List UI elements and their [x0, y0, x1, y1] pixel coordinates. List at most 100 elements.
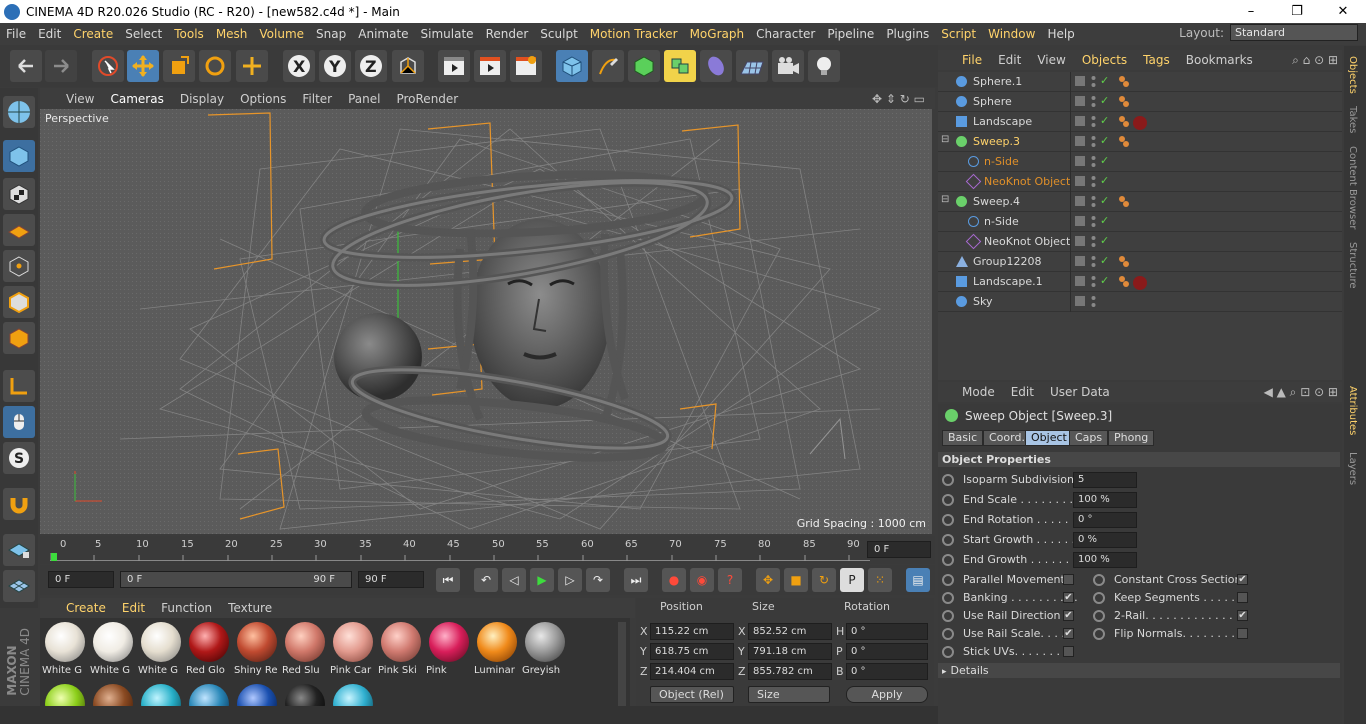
rotation-b-field[interactable]: 0 ° — [846, 663, 928, 680]
material-swatch[interactable]: Greyish — [522, 620, 568, 678]
points-mode-icon[interactable] — [3, 250, 35, 282]
enabled-check-icon[interactable]: ✓ — [1100, 254, 1109, 267]
banking-checkbox[interactable]: ✔ — [1063, 592, 1074, 603]
visibility-dots-icon[interactable] — [1091, 175, 1096, 189]
menu-mesh[interactable]: Mesh — [210, 27, 254, 41]
end-frame-field[interactable]: 90 F — [358, 571, 424, 588]
end-rotation-field[interactable]: 0 ° — [1073, 512, 1137, 528]
end-growth-field[interactable]: 100 % — [1073, 552, 1137, 568]
object-row-neoknot-2[interactable]: NeoKnot Object ✓ — [938, 232, 1342, 252]
size-y-field[interactable]: 791.18 cm — [748, 643, 832, 660]
material-swatch[interactable]: White G — [138, 620, 184, 678]
menu-simulate[interactable]: Simulate — [415, 27, 480, 41]
camera-icon[interactable] — [772, 50, 804, 82]
viewport-menu-view[interactable]: View — [58, 92, 102, 106]
visibility-dots-icon[interactable] — [1091, 215, 1096, 229]
point-level-key-icon[interactable]: ⁙ — [868, 568, 892, 592]
size-z-field[interactable]: 855.782 cm — [748, 663, 832, 680]
viewport-menu-options[interactable]: Options — [232, 92, 294, 106]
current-frame-field[interactable]: 0 F — [867, 541, 931, 558]
menu-edit[interactable]: Edit — [32, 27, 67, 41]
material-scrollbar[interactable] — [618, 622, 626, 718]
material-tag-icon[interactable] — [1118, 95, 1130, 107]
cloner-icon[interactable] — [664, 50, 696, 82]
make-editable-icon[interactable] — [3, 96, 35, 128]
use-rail-scale-checkbox[interactable]: ✔ — [1063, 628, 1074, 639]
material-tag-icon[interactable] — [1118, 255, 1130, 267]
isoparm-subdivision-field[interactable]: 5 — [1073, 472, 1137, 488]
enabled-check-icon[interactable]: ✓ — [1100, 274, 1109, 287]
visibility-dots-icon[interactable] — [1091, 75, 1096, 89]
menu-file[interactable]: File — [0, 27, 32, 41]
object-row-n-side-2[interactable]: n-Side ✓ — [938, 212, 1342, 232]
menu-pipeline[interactable]: Pipeline — [821, 27, 880, 41]
next-frame-icon[interactable]: ▷ — [558, 568, 582, 592]
flip-normals-checkbox[interactable] — [1237, 628, 1248, 639]
layer-checkbox[interactable] — [1075, 136, 1085, 146]
scale-key-icon[interactable]: ■ — [784, 568, 808, 592]
enabled-check-icon[interactable]: ✓ — [1100, 234, 1109, 247]
animate-dot-icon[interactable] — [1093, 592, 1105, 604]
animate-dot-icon[interactable] — [942, 554, 954, 566]
tab-basic[interactable]: Basic — [942, 430, 984, 446]
animate-dot-icon[interactable] — [942, 474, 954, 486]
two-rail-checkbox[interactable]: ✔ — [1237, 610, 1248, 621]
layer-checkbox[interactable] — [1075, 216, 1085, 226]
layer-checkbox[interactable] — [1075, 196, 1085, 206]
render-view-icon[interactable] — [438, 50, 470, 82]
visibility-dots-icon[interactable] — [1091, 295, 1096, 309]
scale-tool-icon[interactable] — [163, 50, 195, 82]
next-key-icon[interactable]: ↷ — [586, 568, 610, 592]
start-frame-field[interactable]: 0 F — [48, 571, 114, 588]
object-row-sweep-4[interactable]: ⊟ Sweep.4 ✓ — [938, 192, 1342, 212]
tab-structure[interactable]: Structure — [1347, 242, 1358, 289]
edges-mode-icon[interactable] — [3, 286, 35, 318]
live-selection-icon[interactable] — [92, 50, 124, 82]
visibility-dots-icon[interactable] — [1091, 255, 1096, 269]
collapse-icon[interactable]: ⊟ — [941, 134, 949, 145]
timeline-ruler[interactable] — [50, 553, 870, 561]
material-swatch[interactable]: Red Glo — [186, 620, 232, 678]
z-axis-lock-icon[interactable]: Z — [355, 50, 387, 82]
material-swatch[interactable]: Red Slu — [282, 620, 328, 678]
parallel-movement-checkbox[interactable] — [1063, 574, 1074, 585]
animate-dot-icon[interactable] — [942, 514, 954, 526]
om-toolbar-icons[interactable]: ⌕ ⌂ ⊙ ⊞ — [1292, 53, 1338, 68]
enabled-check-icon[interactable]: ✓ — [1100, 94, 1109, 107]
light-icon[interactable] — [808, 50, 840, 82]
rotate-tool-icon[interactable] — [199, 50, 231, 82]
object-row-n-side[interactable]: n-Side ✓ — [938, 152, 1342, 172]
position-x-field[interactable]: 115.22 cm — [650, 623, 734, 640]
menu-character[interactable]: Character — [750, 27, 821, 41]
use-rail-direction-checkbox[interactable]: ✔ — [1063, 610, 1074, 621]
parameter-key-icon[interactable]: P — [840, 568, 864, 592]
animate-dot-icon[interactable] — [1093, 610, 1105, 622]
material-menu-texture[interactable]: Texture — [220, 601, 280, 615]
animate-dot-icon[interactable] — [1093, 628, 1105, 640]
y-axis-lock-icon[interactable]: Y — [319, 50, 351, 82]
viewport-navigation-icons[interactable]: ✥ ⇕ ↻ ▭ — [872, 92, 925, 106]
previous-key-icon[interactable]: ↶ — [474, 568, 498, 592]
animate-dot-icon[interactable] — [942, 494, 954, 506]
animate-dot-icon[interactable] — [1093, 574, 1105, 586]
coordinate-system-icon[interactable] — [392, 50, 424, 82]
material-swatch[interactable]: White G — [90, 620, 136, 678]
object-row-group12208[interactable]: Group12208 ✓ — [938, 252, 1342, 272]
apply-button[interactable]: Apply — [846, 686, 928, 703]
tab-objects[interactable]: Objects — [1347, 56, 1358, 94]
am-menu-mode[interactable]: Mode — [954, 385, 1003, 399]
viewport-menu-panel[interactable]: Panel — [340, 92, 388, 106]
menu-render[interactable]: Render — [480, 27, 535, 41]
object-row-sphere-1[interactable]: Sphere.1 ✓ — [938, 72, 1342, 92]
enabled-check-icon[interactable]: ✓ — [1100, 174, 1109, 187]
workplane-mode-icon[interactable] — [3, 214, 35, 246]
magnet-icon[interactable] — [3, 488, 35, 520]
size-x-field[interactable]: 852.52 cm — [748, 623, 832, 640]
go-to-end-icon[interactable]: ⏭ — [624, 568, 648, 592]
polygons-mode-icon[interactable] — [3, 322, 35, 354]
animate-dot-icon[interactable] — [942, 628, 954, 640]
play-icon[interactable]: ▶ — [530, 568, 554, 592]
menu-create[interactable]: Create — [67, 27, 119, 41]
om-menu-bookmarks[interactable]: Bookmarks — [1178, 53, 1261, 67]
om-menu-edit[interactable]: Edit — [990, 53, 1029, 67]
